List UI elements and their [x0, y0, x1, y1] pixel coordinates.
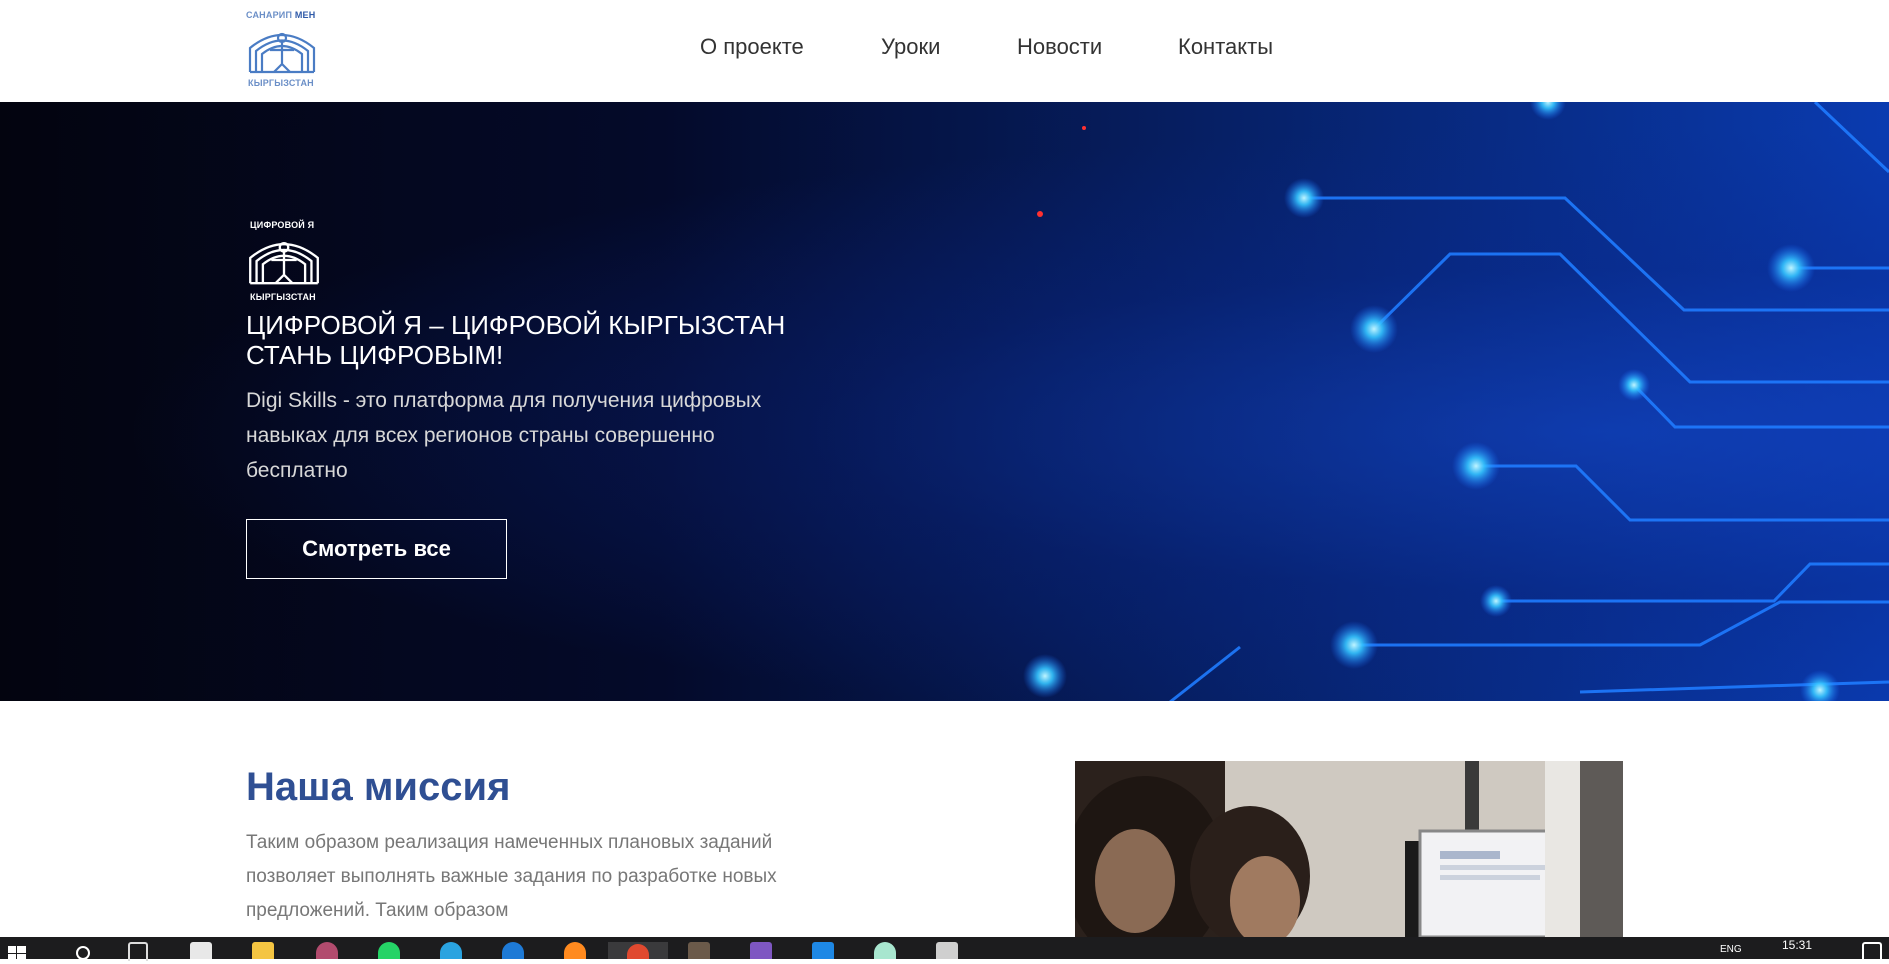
whatsapp-icon[interactable] [378, 942, 400, 959]
vscode-icon[interactable] [812, 942, 834, 959]
hero-logo-bottom-text: КЫРГЫЗСТАН [250, 292, 316, 302]
logo-top-text: САНАРИП МЕН [246, 10, 316, 20]
language-indicator[interactable]: ENG [1720, 944, 1742, 955]
hero-logo-emblem-icon [249, 241, 319, 285]
search-icon[interactable] [72, 942, 94, 960]
windows-taskbar: ENG 15:31 [0, 937, 1889, 961]
telegram-icon[interactable] [440, 942, 462, 959]
app-icon[interactable] [316, 942, 338, 959]
chrome-icon[interactable] [608, 942, 668, 959]
hero-title: ЦИФРОВОЙ Я – ЦИФРОВОЙ КЫРГЫЗСТАН СТАНЬ Ц… [246, 310, 785, 370]
app-green-icon[interactable] [874, 942, 896, 959]
store-icon[interactable] [190, 942, 212, 959]
hero-title-line1: ЦИФРОВОЙ Я – ЦИФРОВОЙ КЫРГЫЗСТАН [246, 310, 786, 340]
task-view-icon[interactable] [128, 942, 148, 961]
firefox-icon[interactable] [564, 942, 586, 959]
view-all-button[interactable]: Смотреть все [246, 519, 507, 579]
logo-emblem-icon [248, 32, 316, 74]
nav-about[interactable]: О проекте [700, 34, 804, 60]
sublime-icon[interactable] [688, 942, 710, 959]
nav-lessons[interactable]: Уроки [881, 34, 940, 60]
hero-banner: ЦИФРОВОЙ Я КЫРГЫЗСТАН ЦИФРОВОЙ Я – ЦИФРО… [0, 102, 1889, 701]
clock-time[interactable]: 15:31 [1782, 938, 1812, 952]
mission-title: Наша миссия [246, 765, 511, 809]
app-blue-icon[interactable] [502, 942, 524, 959]
hero-description: Digi Skills - это платформа для получени… [246, 389, 762, 482]
site-header: САНАРИП МЕН КЫРГЫЗСТАН О проекте Уроки Н… [0, 0, 1889, 102]
visual-studio-icon[interactable] [750, 942, 772, 959]
start-icon[interactable] [6, 942, 28, 959]
mission-photo [1075, 761, 1623, 937]
logo-bottom-text: КЫРГЫЗСТАН [248, 78, 314, 88]
hero-title-line2: СТАНЬ ЦИФРОВЫМ! [246, 340, 504, 370]
hero-logo: ЦИФРОВОЙ Я КЫРГЫЗСТАН [246, 220, 326, 306]
hero-logo-top-text: ЦИФРОВОЙ Я [250, 220, 315, 230]
nav-news[interactable]: Новости [1017, 34, 1102, 60]
mission-photo-illustration [1075, 761, 1623, 937]
nav-contacts[interactable]: Контакты [1178, 34, 1273, 60]
app-gray-icon[interactable] [936, 942, 958, 959]
file-explorer-icon[interactable] [252, 942, 274, 959]
mission-text: Таким образом реализация намеченных план… [246, 832, 777, 921]
notifications-icon[interactable] [1862, 942, 1882, 961]
site-logo[interactable]: САНАРИП МЕН КЫРГЫЗСТАН [246, 8, 326, 92]
